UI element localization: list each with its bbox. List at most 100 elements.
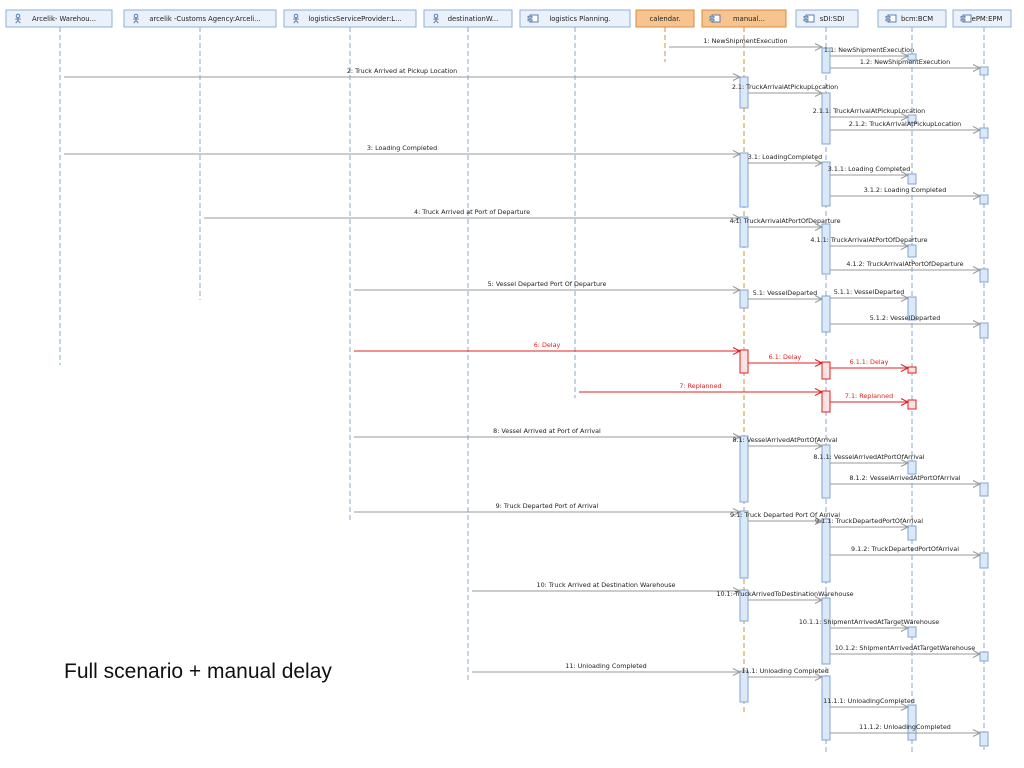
message-label: 9.1.1: TruckDepartedPortOfArrival <box>815 517 923 525</box>
activation-bar <box>907 366 917 374</box>
participant-p7[interactable]: manual... <box>701 9 787 28</box>
message: 5: Vessel Departed Port Of Departure <box>354 280 742 294</box>
message: 5.1: VesselDeparted <box>748 289 824 303</box>
message-label: 1: NewShipmentExecution <box>703 37 787 45</box>
message: 6.1: Delay <box>748 353 824 367</box>
activation-bar <box>821 92 831 145</box>
message: 11.1.1: UnloadingCompleted <box>823 697 915 711</box>
message: 8: Vessel Arrived at Port of Arrival <box>354 427 742 441</box>
message-label: 7.1: Replanned <box>845 392 893 400</box>
activation-bar <box>979 651 989 662</box>
message: 7.1: Replanned <box>830 392 910 406</box>
message: 9.1.2: TruckDepartedPortOfArrival <box>830 545 982 559</box>
participant-label: calendar. <box>649 15 680 23</box>
activation-bar <box>821 597 831 665</box>
message-label: 11.1.2: UnloadingCompleted <box>859 723 951 731</box>
message: 10.1.2: ShipmentArrivedAtTargetWarehouse <box>830 644 982 658</box>
activation-bar <box>907 626 917 638</box>
message-label: 1.2: NewShipmentExecution <box>860 58 950 66</box>
activation-bar <box>739 289 749 309</box>
participant-p8[interactable]: sDI:SDI <box>795 9 859 28</box>
activation-bar <box>821 518 831 583</box>
activation-bar <box>979 268 989 283</box>
message-label: 2.1.2: TruckArrivalAtPickupLocation <box>849 120 961 128</box>
activation-bar <box>979 322 989 339</box>
message-label: 6.1: Delay <box>769 353 802 361</box>
message-label: 8.1.1: VesselArrivedAtPortOfArrival <box>813 453 924 461</box>
participant-label: Arcelik- Warehou... <box>32 15 96 23</box>
message: 3.1.2: Loading Completed <box>830 186 982 200</box>
message: 11: Unloading Completed <box>472 662 742 676</box>
activation-bar <box>739 510 749 579</box>
messages: 1: NewShipmentExecution 1.1: NewShipmentE… <box>64 37 982 737</box>
message-label: 10.1: TruckArrivedToDestinationWarehouse <box>716 590 853 598</box>
message: 10: Truck Arrived at Destination Warehou… <box>472 581 742 595</box>
participant-label: logistics Planning. <box>549 15 610 23</box>
message-label: 8.1.2: VesselArrivedAtPortOfArrival <box>849 474 960 482</box>
message: 3.1: LoadingCompleted <box>748 153 824 167</box>
message-label: 9: Truck Departed Port of Arrival <box>496 502 599 510</box>
message: 2: Truck Arrived at Pickup Location <box>64 67 742 81</box>
message-label: 5.1: VesselDeparted <box>753 289 817 297</box>
message: 10.1.1: ShipmentArrivedAtTargetWarehouse <box>799 618 939 632</box>
participant-label: sDI:SDI <box>820 15 845 23</box>
message: 2.1.2: TruckArrivalAtPickupLocation <box>830 120 982 134</box>
participant-p4[interactable]: destinationW... <box>423 9 513 28</box>
activation-bar <box>979 66 989 76</box>
message: 6: Delay <box>354 341 742 355</box>
message: 5.1.1: VesselDeparted <box>830 288 910 302</box>
message: 9: Truck Departed Port of Arrival <box>354 502 742 516</box>
activation-bar <box>979 731 989 747</box>
activation-bar <box>979 552 989 569</box>
participant-p3[interactable]: logisticsServiceProvider:L... <box>283 9 417 28</box>
message: 3.1.1: Loading Completed <box>828 165 910 179</box>
message-label: 4: Truck Arrived at Port of Departure <box>414 208 530 216</box>
activation-bar <box>821 361 831 380</box>
activation-bar <box>907 399 917 410</box>
message-label: 6.1.1: Delay <box>850 358 889 366</box>
message-label: 3: Loading Completed <box>367 144 437 152</box>
message: 10.1: TruckArrivedToDestinationWarehouse <box>716 590 854 604</box>
message-label: 11.1.1: UnloadingCompleted <box>823 697 915 705</box>
message: 1.2: NewShipmentExecution <box>830 58 982 72</box>
message-label: 5.1.2: VesselDeparted <box>870 314 941 322</box>
participant-p9[interactable]: bcm:BCM <box>877 9 947 28</box>
participant-p5[interactable]: logistics Planning. <box>519 9 631 28</box>
participant-p10[interactable]: ePM:EPM <box>952 9 1012 28</box>
message-label: 2.1: TruckArrivalAtPickupLocation <box>732 83 838 91</box>
activation-bar <box>739 670 749 703</box>
activation-bar <box>907 460 917 475</box>
participant-label: manual... <box>733 15 765 23</box>
message-label: 5: Vessel Departed Port Of Departure <box>488 280 607 288</box>
message: 7: Replanned <box>579 382 824 396</box>
participant-label: ePM:EPM <box>972 15 1003 23</box>
activation-bar <box>907 525 917 541</box>
message: 11.1: Unloading Completed <box>741 667 829 681</box>
message-label: 10: Truck Arrived at Destination Warehou… <box>537 581 676 589</box>
message: 4.1.2: TruckArrivalAtPortOfDeparture <box>830 260 982 274</box>
message-label: 3.1: LoadingCompleted <box>748 153 822 161</box>
scenario-caption: Full scenario + manual delay <box>64 660 332 683</box>
activation-bar <box>821 295 831 333</box>
message: 4: Truck Arrived at Port of Departure <box>204 208 742 222</box>
message-label: 8.1: VesselArrivedAtPortOfArrival <box>732 436 837 444</box>
activation-bar <box>979 127 989 139</box>
activation-bar <box>907 244 917 258</box>
activation-bar <box>979 482 989 497</box>
activation-bar <box>821 223 831 275</box>
message-label: 8: Vessel Arrived at Port of Arrival <box>493 427 601 435</box>
message-label: 2.1.1: TruckArrivalAtPickupLocation <box>813 107 925 115</box>
message: 11.1.2: UnloadingCompleted <box>830 723 982 737</box>
activation-bar <box>739 76 749 109</box>
participant-p1[interactable]: Arcelik- Warehou... <box>5 9 113 28</box>
message: 3: Loading Completed <box>64 144 742 158</box>
participant-p6[interactable]: calendar. <box>635 9 695 28</box>
activation-bar <box>979 194 989 205</box>
message-label: 1.1: NewShipmentExecution <box>824 46 914 54</box>
message-label: 10.1.1: ShipmentArrivedAtTargetWarehouse <box>799 618 939 626</box>
message: 6.1.1: Delay <box>830 358 910 372</box>
participant-p2[interactable]: arcelik -Customs Agency:Arceli... <box>123 9 277 28</box>
message-label: 4.1: TruckArrivalAtPortOfDeparture <box>729 217 840 225</box>
activation-bar <box>821 390 831 413</box>
message-label: 9.1.2: TruckDepartedPortOfArrival <box>851 545 959 553</box>
